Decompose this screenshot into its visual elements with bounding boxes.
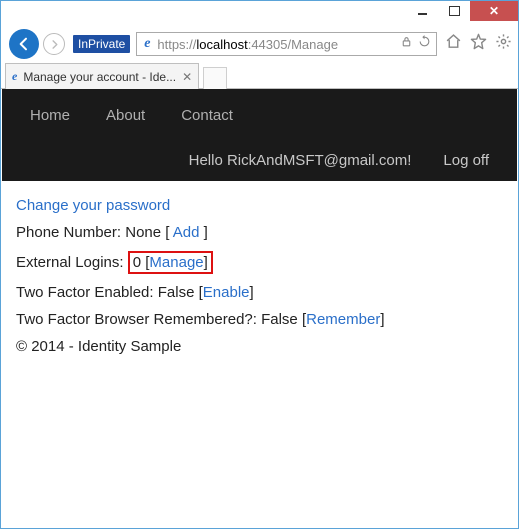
site-navbar: Home About Contact Hello RickAndMSFT@gma… bbox=[2, 89, 517, 181]
two-factor-remembered-row: Two Factor Browser Remembered?: False [R… bbox=[16, 311, 503, 328]
change-password-link[interactable]: Change your password bbox=[16, 197, 170, 214]
tab-strip: e Manage your account - Ide... ✕ bbox=[1, 59, 518, 89]
tab-close-icon[interactable]: ✕ bbox=[182, 70, 192, 84]
phone-value: None bbox=[125, 224, 161, 241]
external-logins-manage-link[interactable]: Manage bbox=[149, 254, 203, 271]
url-text[interactable]: https://localhost:44305/Manage bbox=[157, 37, 395, 52]
two-factor-enabled-row: Two Factor Enabled: False [Enable] bbox=[16, 284, 503, 301]
two-factor-enabled-value: False bbox=[158, 284, 195, 301]
phone-add-link[interactable]: Add bbox=[173, 224, 200, 241]
window-maximize-button[interactable] bbox=[438, 1, 470, 21]
tab-title: Manage your account - Ide... bbox=[23, 70, 176, 84]
favorites-icon[interactable] bbox=[470, 33, 487, 55]
tab-favicon: e bbox=[12, 69, 17, 84]
footer-text: © 2014 - Identity Sample bbox=[16, 338, 503, 355]
nav-logoff[interactable]: Log off bbox=[443, 152, 489, 169]
window-minimize-button[interactable] bbox=[406, 1, 438, 21]
lock-icon bbox=[400, 35, 413, 53]
two-factor-remembered-value: False bbox=[261, 311, 298, 328]
address-bar[interactable]: e https://localhost:44305/Manage bbox=[136, 32, 437, 56]
two-factor-enable-link[interactable]: Enable bbox=[203, 284, 250, 301]
page-viewport: Home About Contact Hello RickAndMSFT@gma… bbox=[2, 89, 517, 527]
external-logins-label: External Logins: bbox=[16, 254, 128, 271]
window-close-button[interactable] bbox=[470, 1, 518, 21]
site-identity-icon[interactable]: e bbox=[137, 36, 157, 52]
tools-gear-icon[interactable] bbox=[495, 33, 512, 55]
external-logins-highlight: 0 [Manage] bbox=[128, 251, 213, 274]
nav-greeting[interactable]: Hello RickAndMSFT@gmail.com! bbox=[189, 152, 412, 169]
two-factor-remember-link[interactable]: Remember bbox=[306, 311, 380, 328]
phone-row: Phone Number: None [ Add ] bbox=[16, 224, 503, 241]
forward-button[interactable] bbox=[43, 33, 65, 55]
nav-about[interactable]: About bbox=[106, 107, 145, 124]
window-titlebar bbox=[1, 1, 518, 29]
external-logins-row: External Logins: 0 [Manage] bbox=[16, 251, 503, 274]
refresh-icon[interactable] bbox=[418, 35, 431, 53]
inprivate-badge: InPrivate bbox=[73, 35, 130, 53]
browser-tab[interactable]: e Manage your account - Ide... ✕ bbox=[5, 63, 199, 89]
home-icon[interactable] bbox=[445, 33, 462, 55]
two-factor-remembered-label: Two Factor Browser Remembered?: bbox=[16, 311, 261, 328]
back-button[interactable] bbox=[9, 29, 39, 59]
nav-home[interactable]: Home bbox=[30, 107, 70, 124]
page-content: Change your password Phone Number: None … bbox=[16, 197, 503, 355]
external-logins-count: 0 bbox=[133, 254, 141, 271]
two-factor-enabled-label: Two Factor Enabled: bbox=[16, 284, 158, 301]
nav-contact[interactable]: Contact bbox=[181, 107, 233, 124]
new-tab-button[interactable] bbox=[203, 67, 227, 89]
phone-label: Phone Number: bbox=[16, 224, 125, 241]
browser-nav-bar: InPrivate e https://localhost:44305/Mana… bbox=[1, 29, 518, 59]
